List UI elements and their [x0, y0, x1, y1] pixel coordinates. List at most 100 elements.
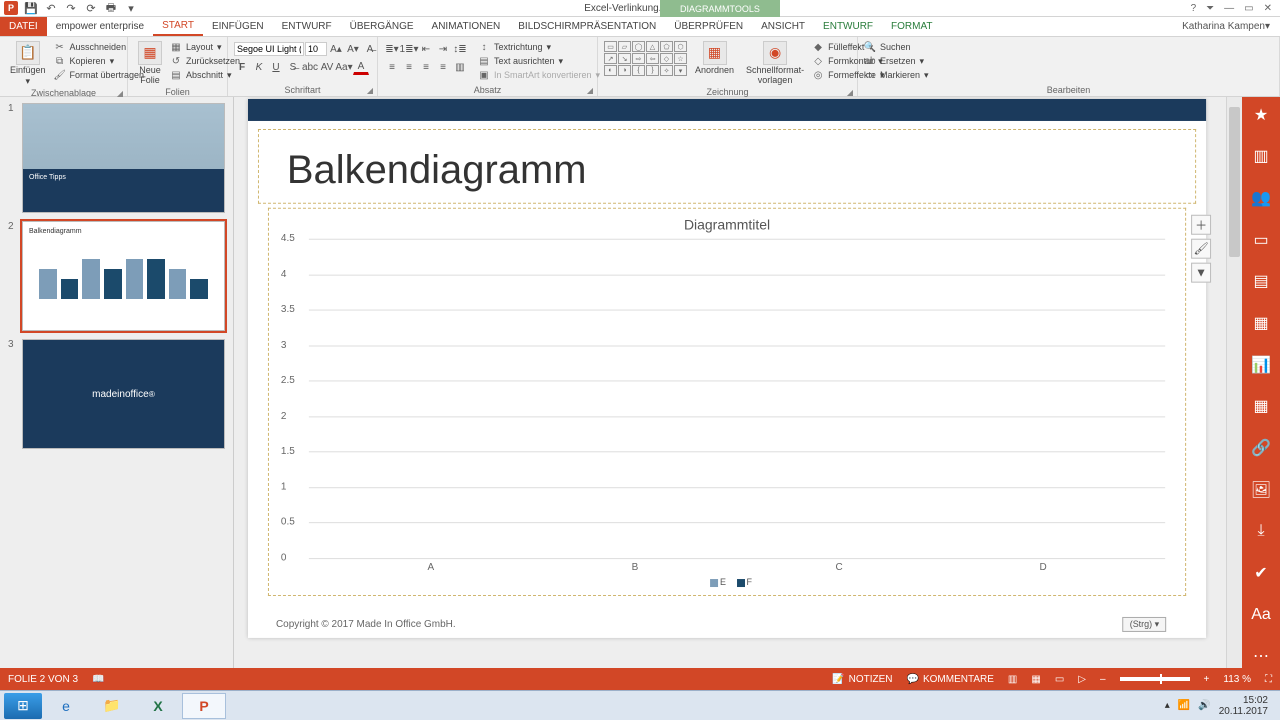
- italic-icon[interactable]: K: [251, 59, 267, 75]
- table-icon[interactable]: ▦: [1249, 394, 1273, 418]
- chart-styles-icon[interactable]: 🖌: [1191, 239, 1211, 259]
- align-center-icon[interactable]: ≡: [401, 59, 417, 75]
- slide-thumbnails-panel[interactable]: 1 Office Tipps 2 Balkendiagramm 3 madein…: [0, 97, 234, 668]
- slide-count[interactable]: FOLIE 2 VON 3: [8, 674, 78, 685]
- bold-icon[interactable]: F: [234, 59, 250, 75]
- slide-canvas[interactable]: Balkendiagramm Diagrammtitel 00.511.522.…: [248, 99, 1206, 638]
- justify-icon[interactable]: ≡: [435, 59, 451, 75]
- print-icon[interactable]: 🖶: [104, 1, 118, 15]
- taskbar-powerpoint[interactable]: P: [182, 693, 226, 719]
- shapes-gallery[interactable]: ▭▱◯△⬠⬡ ↗↘⇨⇦◇☆ ◐◑{}✧▾: [604, 41, 687, 76]
- sorter-view-icon[interactable]: ▦: [1031, 674, 1040, 685]
- bullets-icon[interactable]: ≣▾: [384, 41, 400, 57]
- slide-thumbnail-3[interactable]: madeinoffice®: [22, 339, 225, 449]
- decrease-indent-icon[interactable]: ⇤: [418, 41, 434, 57]
- export-icon[interactable]: ⤓: [1249, 519, 1273, 543]
- library-icon[interactable]: ▥: [1249, 145, 1273, 169]
- chart-legend[interactable]: E F: [279, 573, 1175, 591]
- tray-volume-icon[interactable]: 🔊: [1198, 700, 1210, 711]
- font-name-input[interactable]: [234, 42, 304, 56]
- image-icon[interactable]: 🖼: [1249, 478, 1273, 502]
- refresh-icon[interactable]: ⟳: [84, 1, 98, 15]
- tray-clock[interactable]: 15:0220.11.2017: [1219, 695, 1268, 717]
- slide-title-placeholder[interactable]: Balkendiagramm: [258, 129, 1196, 204]
- minimize-icon[interactable]: —: [1224, 3, 1234, 14]
- paste-button[interactable]: 📋Einfügen▾: [6, 41, 50, 87]
- font-size-input[interactable]: [305, 42, 327, 56]
- present-icon[interactable]: ▭: [1249, 228, 1273, 252]
- tab-slideshow[interactable]: BILDSCHIRMPRÄSENTATION: [509, 17, 665, 36]
- help-icon[interactable]: ?: [1191, 3, 1197, 14]
- arrange-button[interactable]: ▦Anordnen: [691, 41, 738, 76]
- taskbar-excel[interactable]: X: [136, 693, 180, 719]
- strike-icon[interactable]: S̶: [285, 59, 301, 75]
- favorite-icon[interactable]: ★: [1249, 103, 1273, 127]
- tab-animations[interactable]: ANIMATIONEN: [423, 17, 510, 36]
- start-button[interactable]: ⊞: [4, 693, 42, 719]
- tray-network-icon[interactable]: 📶: [1178, 700, 1190, 711]
- slideshow-view-icon[interactable]: ▷: [1078, 674, 1086, 685]
- zoom-out-icon[interactable]: –: [1100, 674, 1106, 685]
- text-icon[interactable]: Aa: [1249, 603, 1273, 627]
- align-right-icon[interactable]: ≡: [418, 59, 434, 75]
- shadow-icon[interactable]: abc: [302, 59, 318, 75]
- shrink-font-icon[interactable]: A▾: [345, 41, 361, 57]
- zoom-slider[interactable]: [1120, 677, 1190, 681]
- line-spacing-icon[interactable]: ↕≣: [452, 41, 468, 57]
- system-tray[interactable]: ▴ 📶 🔊 15:0220.11.2017: [1165, 695, 1276, 717]
- columns-icon[interactable]: ▥: [452, 59, 468, 75]
- align-left-icon[interactable]: ≡: [384, 59, 400, 75]
- chart-icon[interactable]: 📊: [1249, 353, 1273, 377]
- more-icon[interactable]: ⋯: [1249, 644, 1273, 668]
- slide-editor[interactable]: Balkendiagramm Diagrammtitel 00.511.522.…: [234, 97, 1242, 668]
- chart-elements-icon[interactable]: ＋: [1191, 215, 1211, 235]
- tray-chevron-icon[interactable]: ▴: [1165, 700, 1170, 711]
- chart-plot-area[interactable]: 00.511.522.533.544.5: [309, 239, 1165, 558]
- tab-file[interactable]: DATEI: [0, 17, 47, 36]
- comments-button[interactable]: 💬 KOMMENTARE: [907, 674, 994, 685]
- ribbon-options-icon[interactable]: ⏷: [1206, 3, 1214, 14]
- redo-icon[interactable]: ↷: [64, 1, 78, 15]
- tab-start[interactable]: START: [153, 17, 203, 36]
- smartart-button[interactable]: ▣In SmartArt konvertieren ▾: [478, 69, 600, 81]
- master-icon[interactable]: ▦: [1249, 311, 1273, 335]
- user-name[interactable]: Katharina Kampen ▾: [1172, 17, 1280, 36]
- chart-filters-icon[interactable]: ▼: [1191, 263, 1211, 283]
- underline-icon[interactable]: U: [268, 59, 284, 75]
- select-button[interactable]: ▭Markieren ▾: [864, 69, 929, 81]
- new-slide-button[interactable]: ▦Neue Folie: [134, 41, 166, 86]
- replace-button[interactable]: abErsetzen ▾: [864, 55, 929, 67]
- notes-button[interactable]: 📝 NOTIZEN: [832, 674, 892, 685]
- qat-customize-icon[interactable]: ▾: [124, 1, 138, 15]
- tab-empower[interactable]: empower enterprise: [47, 17, 153, 36]
- slides-icon[interactable]: ▤: [1249, 270, 1273, 294]
- save-icon[interactable]: 💾: [24, 1, 38, 15]
- tab-view[interactable]: ANSICHT: [752, 17, 814, 36]
- undo-icon[interactable]: ↶: [44, 1, 58, 15]
- font-color-icon[interactable]: A: [353, 59, 369, 75]
- find-button[interactable]: 🔍Suchen: [864, 41, 929, 53]
- clear-format-icon[interactable]: A̶: [362, 41, 378, 57]
- increase-indent-icon[interactable]: ⇥: [435, 41, 451, 57]
- close-icon[interactable]: ✕: [1264, 3, 1272, 14]
- tab-transitions[interactable]: ÜBERGÄNGE: [341, 17, 423, 36]
- check-icon[interactable]: ✔: [1249, 561, 1273, 585]
- case-icon[interactable]: Aa▾: [336, 59, 352, 75]
- grow-font-icon[interactable]: A▴: [328, 41, 344, 57]
- people-icon[interactable]: 👥: [1249, 186, 1273, 210]
- tab-design[interactable]: ENTWURF: [273, 17, 341, 36]
- taskbar-ie[interactable]: e: [44, 693, 88, 719]
- quick-styles-button[interactable]: ◉Schnellformat- vorlagen: [742, 41, 808, 86]
- chart-title[interactable]: Diagrammtitel: [279, 217, 1175, 233]
- link-icon[interactable]: 🔗: [1249, 436, 1273, 460]
- fit-to-window-icon[interactable]: ⛶: [1265, 674, 1272, 685]
- slide-thumbnail-1[interactable]: Office Tipps: [22, 103, 225, 213]
- zoom-in-icon[interactable]: +: [1204, 674, 1210, 685]
- tab-chart-design[interactable]: ENTWURF: [814, 17, 882, 36]
- tab-chart-format[interactable]: FORMAT: [882, 17, 941, 36]
- taskbar-explorer[interactable]: 📁: [90, 693, 134, 719]
- paste-options-button[interactable]: (Strg) ▾: [1123, 617, 1166, 632]
- chart-object[interactable]: Diagrammtitel 00.511.522.533.544.5 ABCD …: [268, 208, 1186, 596]
- spellcheck-icon[interactable]: 📖: [92, 674, 104, 685]
- spacing-icon[interactable]: AV: [319, 59, 335, 75]
